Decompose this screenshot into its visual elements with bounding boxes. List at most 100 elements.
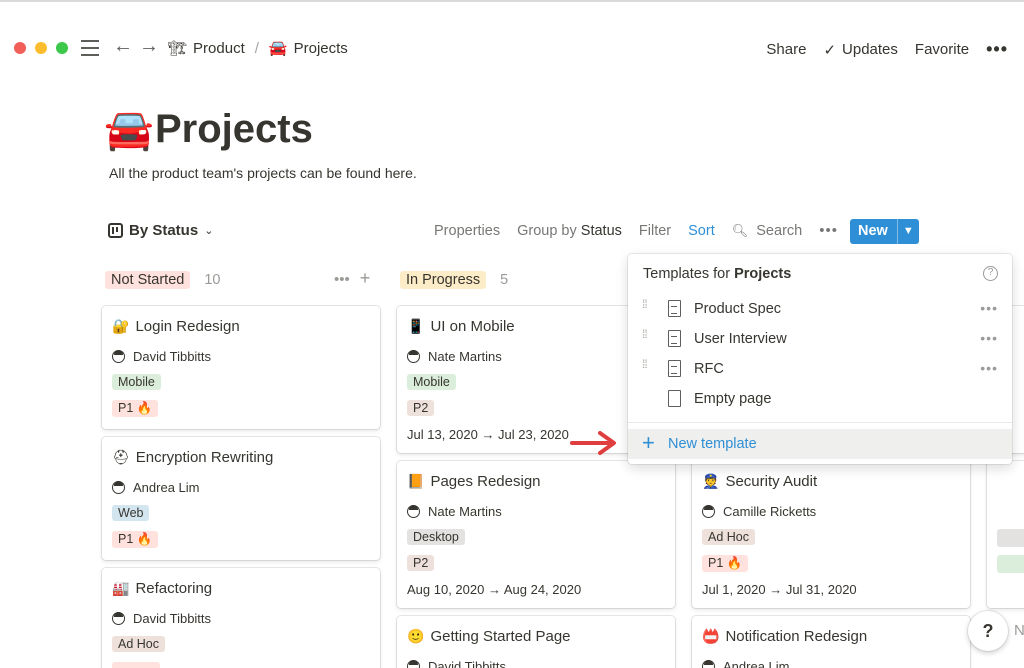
platform-tag: Desktop <box>407 529 465 545</box>
window-minimize-button[interactable] <box>35 42 47 54</box>
assignee-name: David Tibbitts <box>133 611 212 626</box>
card-assignee: Nate Martins <box>407 504 502 519</box>
board-card[interactable]: 📛 Notification Redesign Andrea Lim <box>692 616 970 668</box>
drag-handle-icon[interactable]: ⁞⁞ <box>642 328 648 340</box>
help-circle-icon[interactable]: ? <box>983 266 998 281</box>
template-more-icon[interactable]: ••• <box>980 300 998 316</box>
back-arrow-icon[interactable]: ← <box>113 36 133 56</box>
priority-tag: P1 🔥 <box>112 400 159 417</box>
drag-handle-icon[interactable]: ⁞⁞ <box>642 298 648 310</box>
sidebar-menu-icon[interactable] <box>81 40 99 56</box>
more-options-icon[interactable]: ••• <box>986 39 1008 60</box>
template-item[interactable]: Empty page <box>628 385 1012 415</box>
window-close-button[interactable] <box>14 42 26 54</box>
board-card[interactable]: 🏭 Refactoring David Tibbitts Ad Hoc <box>102 568 380 668</box>
assignee-name: Nate Martins <box>428 504 502 519</box>
clipped-edge-text: N <box>1014 622 1024 639</box>
template-more-icon[interactable]: ••• <box>980 330 998 346</box>
board-card[interactable]: 🙂 Getting Started Page David Tibbitts <box>397 616 675 668</box>
column-more-icon[interactable]: ••• <box>334 271 350 288</box>
assignee-name: David Tibbitts <box>133 349 212 364</box>
new-button[interactable]: New ▼ <box>850 219 919 244</box>
template-item[interactable]: ⁞⁞ User Interview ••• <box>628 325 1012 355</box>
assignee-name: David Tibbitts <box>428 659 507 668</box>
properties-button[interactable]: Properties <box>434 223 500 239</box>
chevron-down-icon: ⌄ <box>204 225 214 237</box>
page-description[interactable]: All the product team's projects can be f… <box>109 165 417 181</box>
status-label[interactable]: In Progress <box>400 271 487 289</box>
board-card[interactable]: ⛑ Encryption Rewriting Andrea Lim Web P1… <box>102 437 380 560</box>
new-template-button[interactable]: + New template <box>628 429 1012 459</box>
view-name: By Status <box>129 222 199 239</box>
board-card[interactable]: 🔐 Login Redesign David Tibbitts Mobile P… <box>102 306 380 429</box>
view-selector[interactable]: By Status ⌄ <box>108 222 213 239</box>
avatar <box>112 481 125 494</box>
date-range: Jul 13, 2020 → Jul 23, 2020 <box>407 427 569 442</box>
template-name: RFC <box>694 361 724 377</box>
template-more-icon[interactable]: ••• <box>980 360 998 376</box>
top-actions: Share ✓ Updates Favorite ••• <box>766 39 1008 60</box>
plus-icon: + <box>642 430 655 455</box>
board-card[interactable]: 📙 Pages Redesign Nate Martins Desktop P2… <box>397 461 675 608</box>
board-view-icon <box>108 223 123 238</box>
filter-button[interactable]: Filter <box>639 223 671 239</box>
view-more-icon[interactable]: ••• <box>819 222 838 239</box>
lock-icon: 🔐 <box>112 318 130 335</box>
template-item[interactable]: ⁞⁞ Product Spec ••• <box>628 295 1012 325</box>
name-badge-icon: 📛 <box>702 628 720 645</box>
avatar <box>407 505 420 518</box>
card-title-text: Refactoring <box>135 580 213 597</box>
window-zoom-button[interactable] <box>56 42 68 54</box>
updates-button[interactable]: ✓ Updates <box>823 41 897 59</box>
status-label[interactable]: Not Started <box>105 271 191 289</box>
group-by-button[interactable]: Group by Status <box>517 223 622 239</box>
search-button[interactable]: 🔍︎ Search <box>732 223 803 239</box>
avatar <box>702 660 715 668</box>
page-title[interactable]: Projects <box>155 104 313 154</box>
document-icon <box>668 330 681 347</box>
card-assignee: David Tibbitts <box>112 611 211 626</box>
priority-tag <box>112 662 160 668</box>
template-name: User Interview <box>694 331 787 347</box>
category-tag: Ad Hoc <box>702 529 755 545</box>
heading-database: Projects <box>734 266 792 282</box>
column-count: 10 <box>204 272 221 288</box>
card-title-text: Security Audit <box>725 473 818 490</box>
board-card[interactable]: 👮 Security Audit Camille Ricketts Ad Hoc… <box>692 440 970 608</box>
forward-arrow-icon[interactable]: → <box>139 36 159 56</box>
page-icon[interactable]: 🚘 <box>104 106 154 154</box>
new-dropdown-chevron-icon[interactable]: ▼ <box>896 219 919 244</box>
card-assignee: Andrea Lim <box>112 480 199 495</box>
breadcrumb-product[interactable]: Product <box>193 40 245 57</box>
column-add-icon[interactable]: + <box>360 269 371 288</box>
templates-popover: Templates for Projects ? ⁞⁞ Product Spec… <box>628 254 1012 464</box>
template-item[interactable]: ⁞⁞ RFC ••• <box>628 355 1012 385</box>
card-assignee: David Tibbitts <box>407 659 506 668</box>
drag-handle-icon[interactable]: ⁞⁞ <box>642 358 648 370</box>
card-title: 🏭 Refactoring <box>112 580 212 597</box>
document-icon <box>668 300 681 317</box>
card-title-text: Notification Redesign <box>725 628 868 645</box>
breadcrumb-projects[interactable]: Projects <box>294 40 348 57</box>
card-title: 👮 Security Audit <box>702 473 817 490</box>
avatar <box>112 612 125 625</box>
sort-button[interactable]: Sort <box>688 223 715 239</box>
card-title-text: UI on Mobile <box>430 318 515 335</box>
card-title-text: Pages Redesign <box>430 473 541 490</box>
group-by-label: Group by <box>517 222 577 239</box>
search-icon: 🔍︎ <box>731 222 749 238</box>
assignee-name: Andrea Lim <box>723 659 790 668</box>
favorite-button[interactable]: Favorite <box>915 41 969 58</box>
board-card-clipped[interactable] <box>987 461 1024 608</box>
breadcrumb: 🏗 Product / 🚘 Projects <box>168 39 348 57</box>
column-actions: ••• + <box>334 269 371 288</box>
help-button[interactable]: ? <box>968 611 1008 651</box>
date-range: Jul 1, 2020 → Jul 31, 2020 <box>702 582 857 597</box>
priority-tag: P2 <box>407 400 435 416</box>
new-button-label[interactable]: New <box>850 219 897 244</box>
assignee-name: Nate Martins <box>428 349 502 364</box>
popover-heading: Templates for Projects <box>643 266 791 282</box>
share-button[interactable]: Share <box>766 41 806 58</box>
search-label: Search <box>756 222 803 239</box>
priority-tag: P1 🔥 <box>112 531 159 548</box>
